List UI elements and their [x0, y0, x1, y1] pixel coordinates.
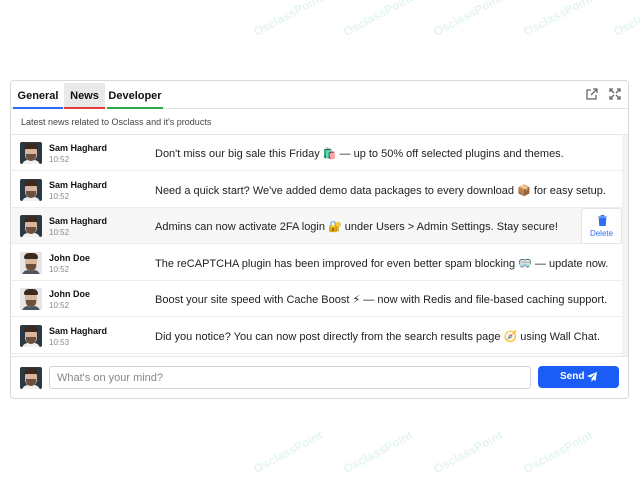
- watermark-text: OsclassPoint: [431, 0, 505, 40]
- message-row[interactable]: Sam Haghard 10:53 Did you notice? You can …: [11, 318, 622, 354]
- message-text: Admins can now activate 2FA login 🔐 unde…: [155, 221, 558, 233]
- avatar: [20, 288, 42, 310]
- watermark-text: OsclassPoint: [521, 427, 595, 477]
- message-time: 10:52: [49, 228, 70, 237]
- tab-general[interactable]: General: [13, 83, 63, 109]
- watermark-text: OsclassPoint: [431, 427, 505, 477]
- message-text: The reCAPTCHA plugin has been improved f…: [155, 257, 609, 270]
- watermark-text: OsclassPoint: [251, 427, 325, 477]
- watermark-text: OsclassPoint: [341, 0, 415, 40]
- avatar: [20, 251, 42, 274]
- message-time: 10:52: [49, 155, 70, 164]
- message-row[interactable]: John Doe 10:52 Boost your site speed with …: [11, 281, 622, 317]
- message-text: Did you notice? You can now post directl…: [155, 330, 600, 343]
- external-link-icon[interactable]: [585, 87, 599, 101]
- tab-news[interactable]: News: [64, 83, 105, 109]
- news-widget: General News Developer Latest news relat…: [10, 80, 629, 399]
- message-time: 10:52: [49, 301, 70, 310]
- watermark-text: OsclassPoint: [521, 0, 595, 40]
- message-text: Need a quick start? We've added demo dat…: [155, 184, 606, 197]
- composer: Send: [11, 356, 628, 398]
- message-author: Sam Haghard: [49, 179, 108, 190]
- message-author: Sam Haghard: [49, 325, 108, 336]
- avatar: [20, 324, 42, 347]
- delete-label: Delete: [589, 229, 614, 238]
- widget-subtitle: Latest news related to Osclass and it's …: [21, 117, 212, 127]
- paper-plane-icon: [587, 372, 597, 382]
- message-row[interactable]: John Doe 10:52 The reCAPTCHA plugin has be…: [11, 245, 622, 281]
- send-button[interactable]: Send: [538, 366, 619, 388]
- send-button-label: Send: [560, 371, 585, 382]
- message-author: John Doe: [49, 252, 91, 263]
- message-time: 10:52: [49, 191, 70, 201]
- feed-scrollbar[interactable]: [622, 135, 628, 356]
- post-input[interactable]: [49, 366, 531, 389]
- delete-button[interactable]: Delete: [581, 208, 622, 244]
- message-time: 10:52: [49, 264, 70, 274]
- watermark-text: OsclassPoint: [611, 0, 640, 40]
- message-text: Don't miss our big sale this Friday 🛍️ —…: [155, 148, 564, 160]
- message-author: Sam Haghard: [49, 143, 108, 153]
- message-row[interactable]: Sam Haghard 10:52 Need a quick start? We'v…: [11, 172, 622, 208]
- trash-icon: [598, 215, 607, 226]
- tab-bar: General News Developer: [11, 81, 628, 109]
- message-row[interactable]: Sam Haghard 10:52 Don't miss our big sale …: [11, 135, 622, 171]
- message-author: Sam Haghard: [49, 216, 108, 226]
- message-time: 10:53: [49, 337, 70, 347]
- watermark-text: OsclassPoint: [251, 0, 325, 40]
- avatar: [20, 215, 42, 237]
- expand-icon[interactable]: [608, 87, 622, 101]
- message-row[interactable]: Sam Haghard 10:52 Admins can now activate …: [11, 208, 622, 244]
- message-author: John Doe: [49, 289, 91, 299]
- message-text: Boost your site speed with Cache Boost ⚡…: [155, 294, 608, 306]
- tab-developer[interactable]: Developer: [107, 83, 163, 109]
- avatar: [20, 178, 42, 201]
- avatar: [20, 142, 42, 164]
- message-feed[interactable]: Sam Haghard 10:52 Don't miss our big sale …: [11, 134, 628, 356]
- avatar: [20, 367, 42, 389]
- watermark-text: OsclassPoint: [341, 427, 415, 477]
